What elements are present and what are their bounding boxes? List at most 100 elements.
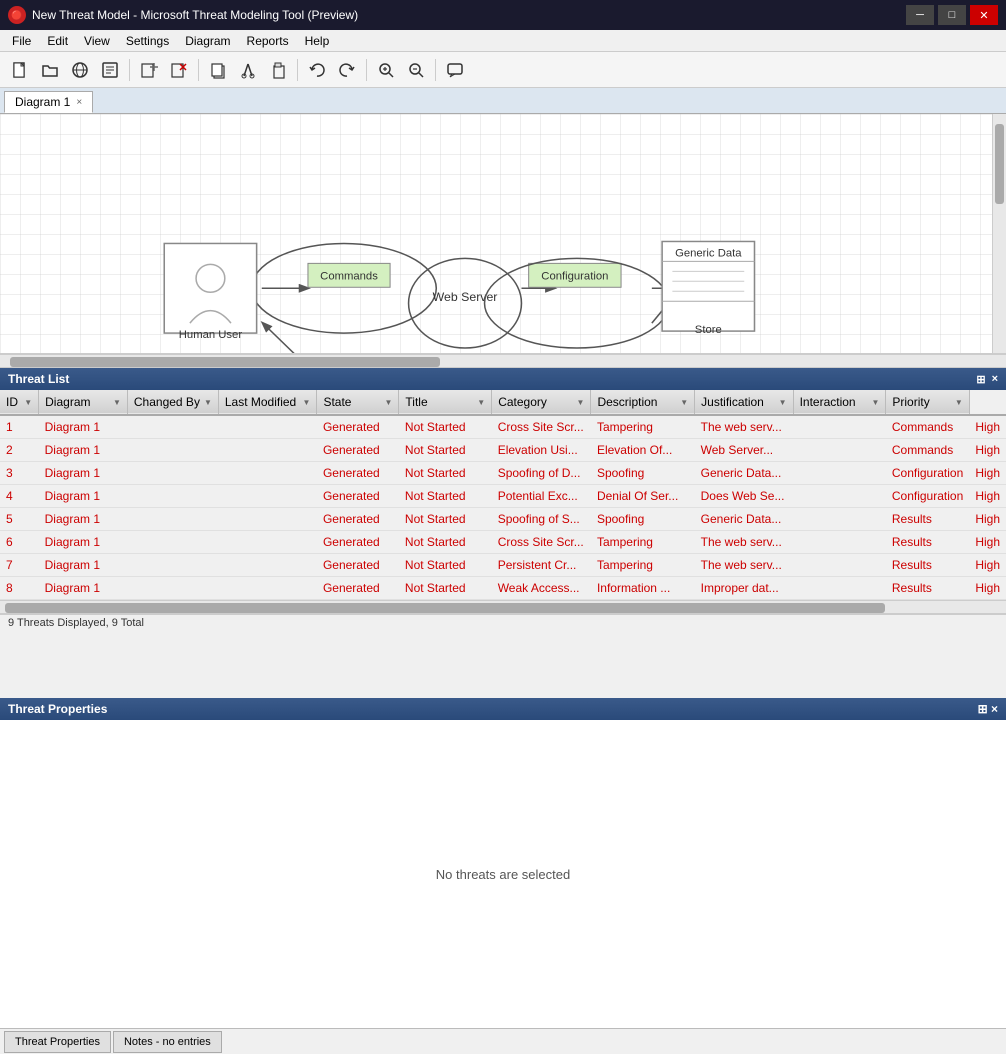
- col-category[interactable]: Category▼: [492, 390, 591, 415]
- cell-state: Generated: [317, 577, 399, 600]
- svg-text:Human User: Human User: [179, 329, 243, 341]
- cell-id: 2: [0, 439, 39, 462]
- table-header-row: ID▼ Diagram▼ Changed By▼ Last Modified▼ …: [0, 390, 1006, 415]
- cell-not-started: Not Started: [399, 415, 492, 439]
- cell-changed-by: [127, 531, 218, 554]
- table-row[interactable]: 6Diagram 1GeneratedNot StartedCross Site…: [0, 531, 1006, 554]
- table-row[interactable]: 5Diagram 1GeneratedNot StartedSpoofing o…: [0, 508, 1006, 531]
- zoom-in-button[interactable]: [372, 56, 400, 84]
- cell-state: Generated: [317, 462, 399, 485]
- cell-interaction: Results: [886, 531, 969, 554]
- cell-state: Generated: [317, 485, 399, 508]
- title-bar: 🔴 New Threat Model - Microsoft Threat Mo…: [0, 0, 1006, 30]
- minimize-button[interactable]: ─: [906, 5, 934, 25]
- diagram-vscroll[interactable]: [992, 114, 1006, 353]
- paste-button[interactable]: [264, 56, 292, 84]
- zoom-out-button[interactable]: [402, 56, 430, 84]
- cell-interaction: Results: [886, 577, 969, 600]
- cell-changed-by: [127, 462, 218, 485]
- threat-props-header: Threat Properties ⊞ ×: [0, 698, 1006, 720]
- tab-label: Diagram 1: [15, 95, 70, 109]
- new-diagram-button[interactable]: [135, 56, 163, 84]
- browse-button[interactable]: [66, 56, 94, 84]
- cell-description: The web serv...: [695, 415, 793, 439]
- col-interaction[interactable]: Interaction▼: [793, 390, 886, 415]
- cell-justification: [793, 508, 886, 531]
- cell-diagram: Diagram 1: [39, 508, 128, 531]
- properties-button[interactable]: [96, 56, 124, 84]
- cell-diagram: Diagram 1: [39, 462, 128, 485]
- threat-props-close-icon[interactable]: ×: [991, 702, 998, 716]
- diagram-hscroll[interactable]: [0, 354, 1006, 368]
- cell-priority: High: [969, 577, 1006, 600]
- menu-view[interactable]: View: [76, 32, 118, 50]
- new-button[interactable]: [6, 56, 34, 84]
- threat-props-pin-icon[interactable]: ⊞: [978, 702, 988, 716]
- cell-description: Generic Data...: [695, 462, 793, 485]
- table-row[interactable]: 3Diagram 1GeneratedNot StartedSpoofing o…: [0, 462, 1006, 485]
- svg-text:Commands: Commands: [320, 270, 378, 282]
- cut-button[interactable]: [234, 56, 262, 84]
- col-priority[interactable]: Priority▼: [886, 390, 969, 415]
- menu-file[interactable]: File: [4, 32, 39, 50]
- table-row[interactable]: 7Diagram 1GeneratedNot StartedPersistent…: [0, 554, 1006, 577]
- menu-settings[interactable]: Settings: [118, 32, 177, 50]
- table-hscroll[interactable]: [0, 600, 1006, 614]
- close-button[interactable]: ✕: [970, 5, 998, 25]
- threat-table-container[interactable]: ID▼ Diagram▼ Changed By▼ Last Modified▼ …: [0, 390, 1006, 600]
- diagram-area[interactable]: Commands Web Server Responses Configurat…: [0, 114, 1006, 354]
- cell-state: Generated: [317, 415, 399, 439]
- table-row[interactable]: 4Diagram 1GeneratedNot StartedPotential …: [0, 485, 1006, 508]
- col-changed-by[interactable]: Changed By▼: [127, 390, 218, 415]
- threat-props-body: No threats are selected: [0, 720, 1006, 1028]
- cell-title: Spoofing of D...: [492, 462, 591, 485]
- col-last-modified[interactable]: Last Modified▼: [218, 390, 317, 415]
- maximize-button[interactable]: □: [938, 5, 966, 25]
- bottom-tab-notes[interactable]: Notes - no entries: [113, 1031, 222, 1053]
- open-button[interactable]: [36, 56, 64, 84]
- copy-button[interactable]: [204, 56, 232, 84]
- cell-category: Tampering: [591, 415, 695, 439]
- table-row[interactable]: 2Diagram 1GeneratedNot StartedElevation …: [0, 439, 1006, 462]
- cell-priority: High: [969, 554, 1006, 577]
- cell-title: Potential Exc...: [492, 485, 591, 508]
- cell-id: 5: [0, 508, 39, 531]
- col-title[interactable]: Title▼: [399, 390, 492, 415]
- col-id[interactable]: ID▼: [0, 390, 39, 415]
- cell-changed-by: [127, 508, 218, 531]
- delete-diagram-button[interactable]: [165, 56, 193, 84]
- cell-state: Generated: [317, 508, 399, 531]
- menu-reports[interactable]: Reports: [239, 32, 297, 50]
- table-row[interactable]: 1Diagram 1GeneratedNot StartedCross Site…: [0, 415, 1006, 439]
- threat-list-pin-icon[interactable]: ⊞: [976, 373, 985, 386]
- cell-last-modified: [218, 415, 317, 439]
- tab-close-button[interactable]: ×: [76, 97, 82, 108]
- cell-justification: [793, 439, 886, 462]
- cell-not-started: Not Started: [399, 462, 492, 485]
- threat-props-title: Threat Properties: [8, 702, 107, 716]
- comment-button[interactable]: [441, 56, 469, 84]
- col-diagram[interactable]: Diagram▼: [39, 390, 128, 415]
- cell-justification: [793, 577, 886, 600]
- redo-button[interactable]: [333, 56, 361, 84]
- col-justification[interactable]: Justification▼: [695, 390, 793, 415]
- cell-diagram: Diagram 1: [39, 485, 128, 508]
- tab-bar: Diagram 1 ×: [0, 88, 1006, 114]
- status-bar: 9 Threats Displayed, 9 Total: [0, 614, 1006, 631]
- menu-help[interactable]: Help: [297, 32, 338, 50]
- cell-state: Generated: [317, 531, 399, 554]
- bottom-tab-bar: Threat Properties Notes - no entries: [0, 1028, 1006, 1054]
- undo-button[interactable]: [303, 56, 331, 84]
- diagram-tab[interactable]: Diagram 1 ×: [4, 91, 93, 113]
- bottom-tab-threat-properties[interactable]: Threat Properties: [4, 1031, 111, 1053]
- col-state[interactable]: State▼: [317, 390, 399, 415]
- menu-edit[interactable]: Edit: [39, 32, 76, 50]
- threat-list-close-icon[interactable]: ×: [992, 373, 998, 386]
- table-row[interactable]: 8Diagram 1GeneratedNot StartedWeak Acces…: [0, 577, 1006, 600]
- col-description[interactable]: Description▼: [591, 390, 695, 415]
- app-title: New Threat Model - Microsoft Threat Mode…: [32, 8, 358, 22]
- diagram-canvas[interactable]: Commands Web Server Responses Configurat…: [0, 114, 1006, 353]
- cell-priority: High: [969, 485, 1006, 508]
- menu-diagram[interactable]: Diagram: [177, 32, 238, 50]
- svg-text:Configuration: Configuration: [541, 270, 608, 282]
